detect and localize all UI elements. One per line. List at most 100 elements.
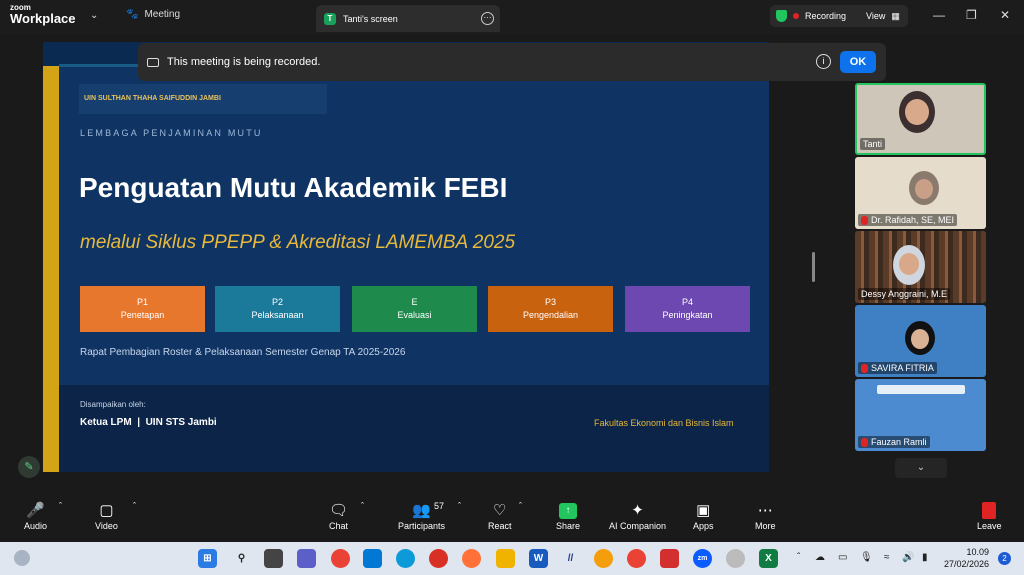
leave-icon	[982, 502, 997, 519]
firefox-icon[interactable]	[462, 549, 481, 568]
slide-subtitle: melalui Siklus PPEPP & Akreditasi LAMEMB…	[80, 232, 516, 253]
mic-muted-icon	[861, 215, 868, 225]
acrobat-icon[interactable]	[660, 549, 679, 568]
chevron-down-icon[interactable]: ⌄	[90, 10, 98, 21]
windows-taskbar: ⊞ ⚲ W // zm X ˆ ☁ ▭ 🎙 ≈ 🔊 ▮ 10.09 27/02/…	[0, 542, 1024, 575]
participant-tile[interactable]: SAVIRA FITRIA	[855, 305, 986, 377]
weather-icon[interactable]	[14, 550, 30, 566]
audio-button[interactable]: 🎤 Audio	[24, 501, 47, 531]
excel-icon[interactable]: X	[759, 549, 778, 568]
participant-tile[interactable]: Tanti	[855, 83, 986, 155]
more-options-icon[interactable]: ···	[481, 12, 494, 25]
shared-slide: UIN SULTHAN THAHA SAIFUDDIN JAMBI LEMBAG…	[43, 42, 769, 472]
annotate-icon[interactable]: ✎	[18, 456, 40, 478]
participant-tile[interactable]: Fauzan Ramli	[855, 379, 986, 451]
start-icon[interactable]: ⊞	[198, 549, 217, 568]
store-icon[interactable]	[363, 549, 382, 568]
mic-muted-icon	[861, 437, 868, 447]
tray-chevron-icon[interactable]: ˆ	[797, 552, 800, 563]
mic-muted-icon	[861, 363, 868, 373]
presenter-name: Ketua LPM | UIN STS Jambi	[80, 417, 217, 428]
file-explorer-icon[interactable]	[496, 549, 515, 568]
more-icon: ⋯	[757, 502, 773, 519]
info-icon[interactable]: i	[816, 54, 831, 69]
video-options-chevron[interactable]: ˆ	[133, 501, 136, 511]
notes-icon[interactable]: //	[561, 549, 580, 568]
word-icon[interactable]: W	[529, 549, 548, 568]
recording-banner: This meeting is being recorded. i OK	[138, 43, 886, 81]
mic-muted-icon: 🎤	[26, 502, 45, 519]
video-camera-icon: ▢	[99, 502, 114, 519]
step-p4: P4 Peningkatan	[625, 286, 750, 332]
view-grid-icon[interactable]: ▦	[891, 11, 900, 22]
teams-icon[interactable]	[297, 549, 316, 568]
battery-level-icon[interactable]: ▮	[922, 552, 928, 563]
meeting-stage: UIN SULTHAN THAHA SAIFUDDIN JAMBI LEMBAG…	[0, 34, 1024, 496]
presented-by-label: Disampaikan oleh:	[80, 400, 146, 409]
mic-tray-icon[interactable]: 🎙	[860, 552, 873, 563]
volume-icon[interactable]: 🔊	[902, 552, 914, 563]
tab-meeting[interactable]: 🐾 Meeting	[126, 9, 180, 20]
step-p1: P1 Penetapan	[80, 286, 205, 332]
share-screen-icon: ↑	[559, 503, 578, 519]
audio-options-chevron[interactable]: ˆ	[59, 501, 62, 511]
task-view-icon[interactable]	[264, 549, 283, 568]
wifi-icon[interactable]: ≈	[884, 552, 890, 563]
step-e: E Evaluasi	[352, 286, 477, 332]
meeting-toolbar: 🎤 Audio ˆ ▢ Video ˆ 🗨 Chat ˆ 👥 Participa…	[0, 496, 1024, 542]
react-options-chevron[interactable]: ˆ	[519, 501, 522, 511]
title-bar: zoom Workplace ⌄ 🐾 Meeting T Tanti's scr…	[0, 0, 1024, 34]
meeting-icon: 🐾	[126, 9, 139, 20]
university-label: UIN SULTHAN THAHA SAIFUDDIN JAMBI	[79, 84, 327, 114]
chat-icon: 🗨	[329, 502, 349, 519]
react-button[interactable]: ♡ React	[488, 501, 512, 531]
battery-icon[interactable]: ▭	[838, 552, 847, 563]
more-button[interactable]: ⋯ More	[755, 501, 776, 531]
scroll-down-button[interactable]: ⌄	[895, 458, 947, 478]
step-p3: P3 Pengendalian	[488, 286, 613, 332]
step-p2: P2 Pelaksanaan	[215, 286, 340, 332]
recording-indicator[interactable]: Recording View ▦	[770, 5, 908, 27]
panel-splitter[interactable]	[812, 252, 815, 282]
apps-button[interactable]: ▣ Apps	[693, 501, 714, 531]
shield-icon	[776, 10, 787, 22]
participant-tile[interactable]: Dessy Anggraini, M.E	[855, 231, 986, 303]
share-button[interactable]: ↑ Share	[556, 501, 580, 531]
edge-icon[interactable]	[396, 549, 415, 568]
close-button[interactable]: ✕	[1000, 8, 1010, 22]
apps-icon: ▣	[696, 502, 711, 519]
view-button[interactable]: View	[866, 11, 885, 21]
slide-title: Penguatan Mutu Akademik FEBI	[79, 172, 508, 203]
leave-button[interactable]: Leave	[977, 501, 1002, 531]
chat-button[interactable]: 🗨 Chat	[329, 501, 348, 531]
notification-badge[interactable]: 2	[998, 552, 1011, 565]
opera-icon[interactable]	[429, 549, 448, 568]
chrome-icon[interactable]	[331, 549, 350, 568]
search-icon[interactable]: ⚲	[232, 549, 251, 568]
tab-shared-screen[interactable]: T Tanti's screen ···	[316, 5, 500, 32]
avatar: T	[324, 12, 336, 25]
participants-count: 57	[434, 501, 445, 511]
app-icon[interactable]	[726, 549, 745, 568]
ai-companion-button[interactable]: ✦ AI Companion	[609, 501, 666, 531]
chat-options-chevron[interactable]: ˆ	[361, 501, 364, 511]
camera-icon	[147, 57, 159, 67]
chrome-profile-icon[interactable]	[627, 549, 646, 568]
faculty-label: Fakultas Ekonomi dan Bisnis Islam	[594, 418, 734, 428]
participants-options-chevron[interactable]: ˆ	[458, 501, 461, 511]
sparkle-icon: ✦	[631, 502, 644, 519]
zoom-logo: zoom Workplace	[10, 3, 76, 26]
zoom-taskbar-icon[interactable]: zm	[693, 549, 712, 568]
video-button[interactable]: ▢ Video	[95, 501, 118, 531]
unit-label: LEMBAGA PENJAMINAN MUTU	[80, 128, 263, 138]
cloud-icon[interactable]: ☁	[815, 552, 825, 563]
clock[interactable]: 10.09 27/02/2026	[944, 546, 989, 570]
restore-button[interactable]: ❐	[966, 8, 977, 22]
participant-tile[interactable]: Dr. Rafidah, SE, MEI	[855, 157, 986, 229]
heart-icon: ♡	[493, 502, 507, 519]
browser-icon[interactable]	[594, 549, 613, 568]
minimize-button[interactable]: —	[933, 8, 945, 22]
meeting-description: Rapat Pembagian Roster & Pelaksanaan Sem…	[80, 347, 406, 358]
record-dot-icon	[793, 13, 799, 19]
ok-button[interactable]: OK	[840, 51, 876, 73]
